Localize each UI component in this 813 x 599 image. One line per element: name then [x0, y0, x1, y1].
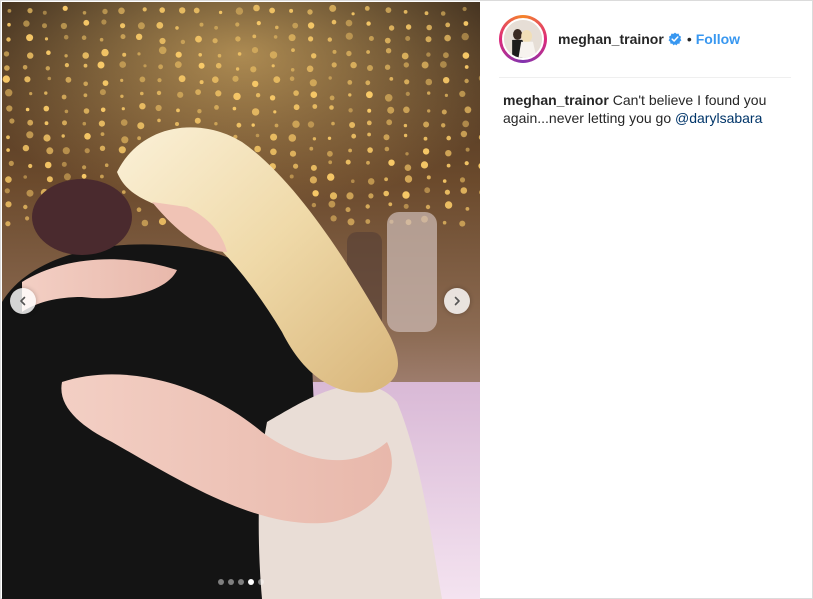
username-link[interactable]: meghan_trainor: [558, 31, 664, 47]
carousel-prev-button[interactable]: [10, 288, 36, 314]
header-separator: •: [686, 31, 692, 47]
wedding-dance-photo: [2, 2, 480, 599]
post-media[interactable]: [2, 2, 480, 599]
post-caption: meghan_trainor Can't believe I found you…: [503, 91, 793, 127]
post-header: meghan_trainor • Follow: [499, 14, 791, 64]
carousel-next-button[interactable]: [444, 288, 470, 314]
carousel-dot: [228, 579, 234, 585]
follow-button[interactable]: Follow: [696, 31, 740, 47]
verified-badge-icon: [668, 32, 682, 46]
chevron-left-icon: [20, 296, 26, 306]
caption-mention-link[interactable]: @darylsabara: [675, 110, 762, 126]
carousel-dot: [238, 579, 244, 585]
carousel-dot: [248, 579, 254, 585]
carousel-dot: [258, 579, 264, 585]
post-side-pane: meghan_trainor • Follow meghan_trainor C…: [481, 2, 813, 599]
carousel-dot: [218, 579, 224, 585]
story-ring[interactable]: [499, 15, 547, 63]
avatar-image: [504, 20, 542, 58]
instagram-post: meghan_trainor • Follow meghan_trainor C…: [0, 0, 813, 599]
header-divider: [499, 77, 791, 78]
avatar[interactable]: [502, 18, 544, 60]
carousel-indicator: [2, 579, 480, 585]
caption-username-link[interactable]: meghan_trainor: [503, 92, 609, 108]
chevron-right-icon: [454, 296, 460, 306]
